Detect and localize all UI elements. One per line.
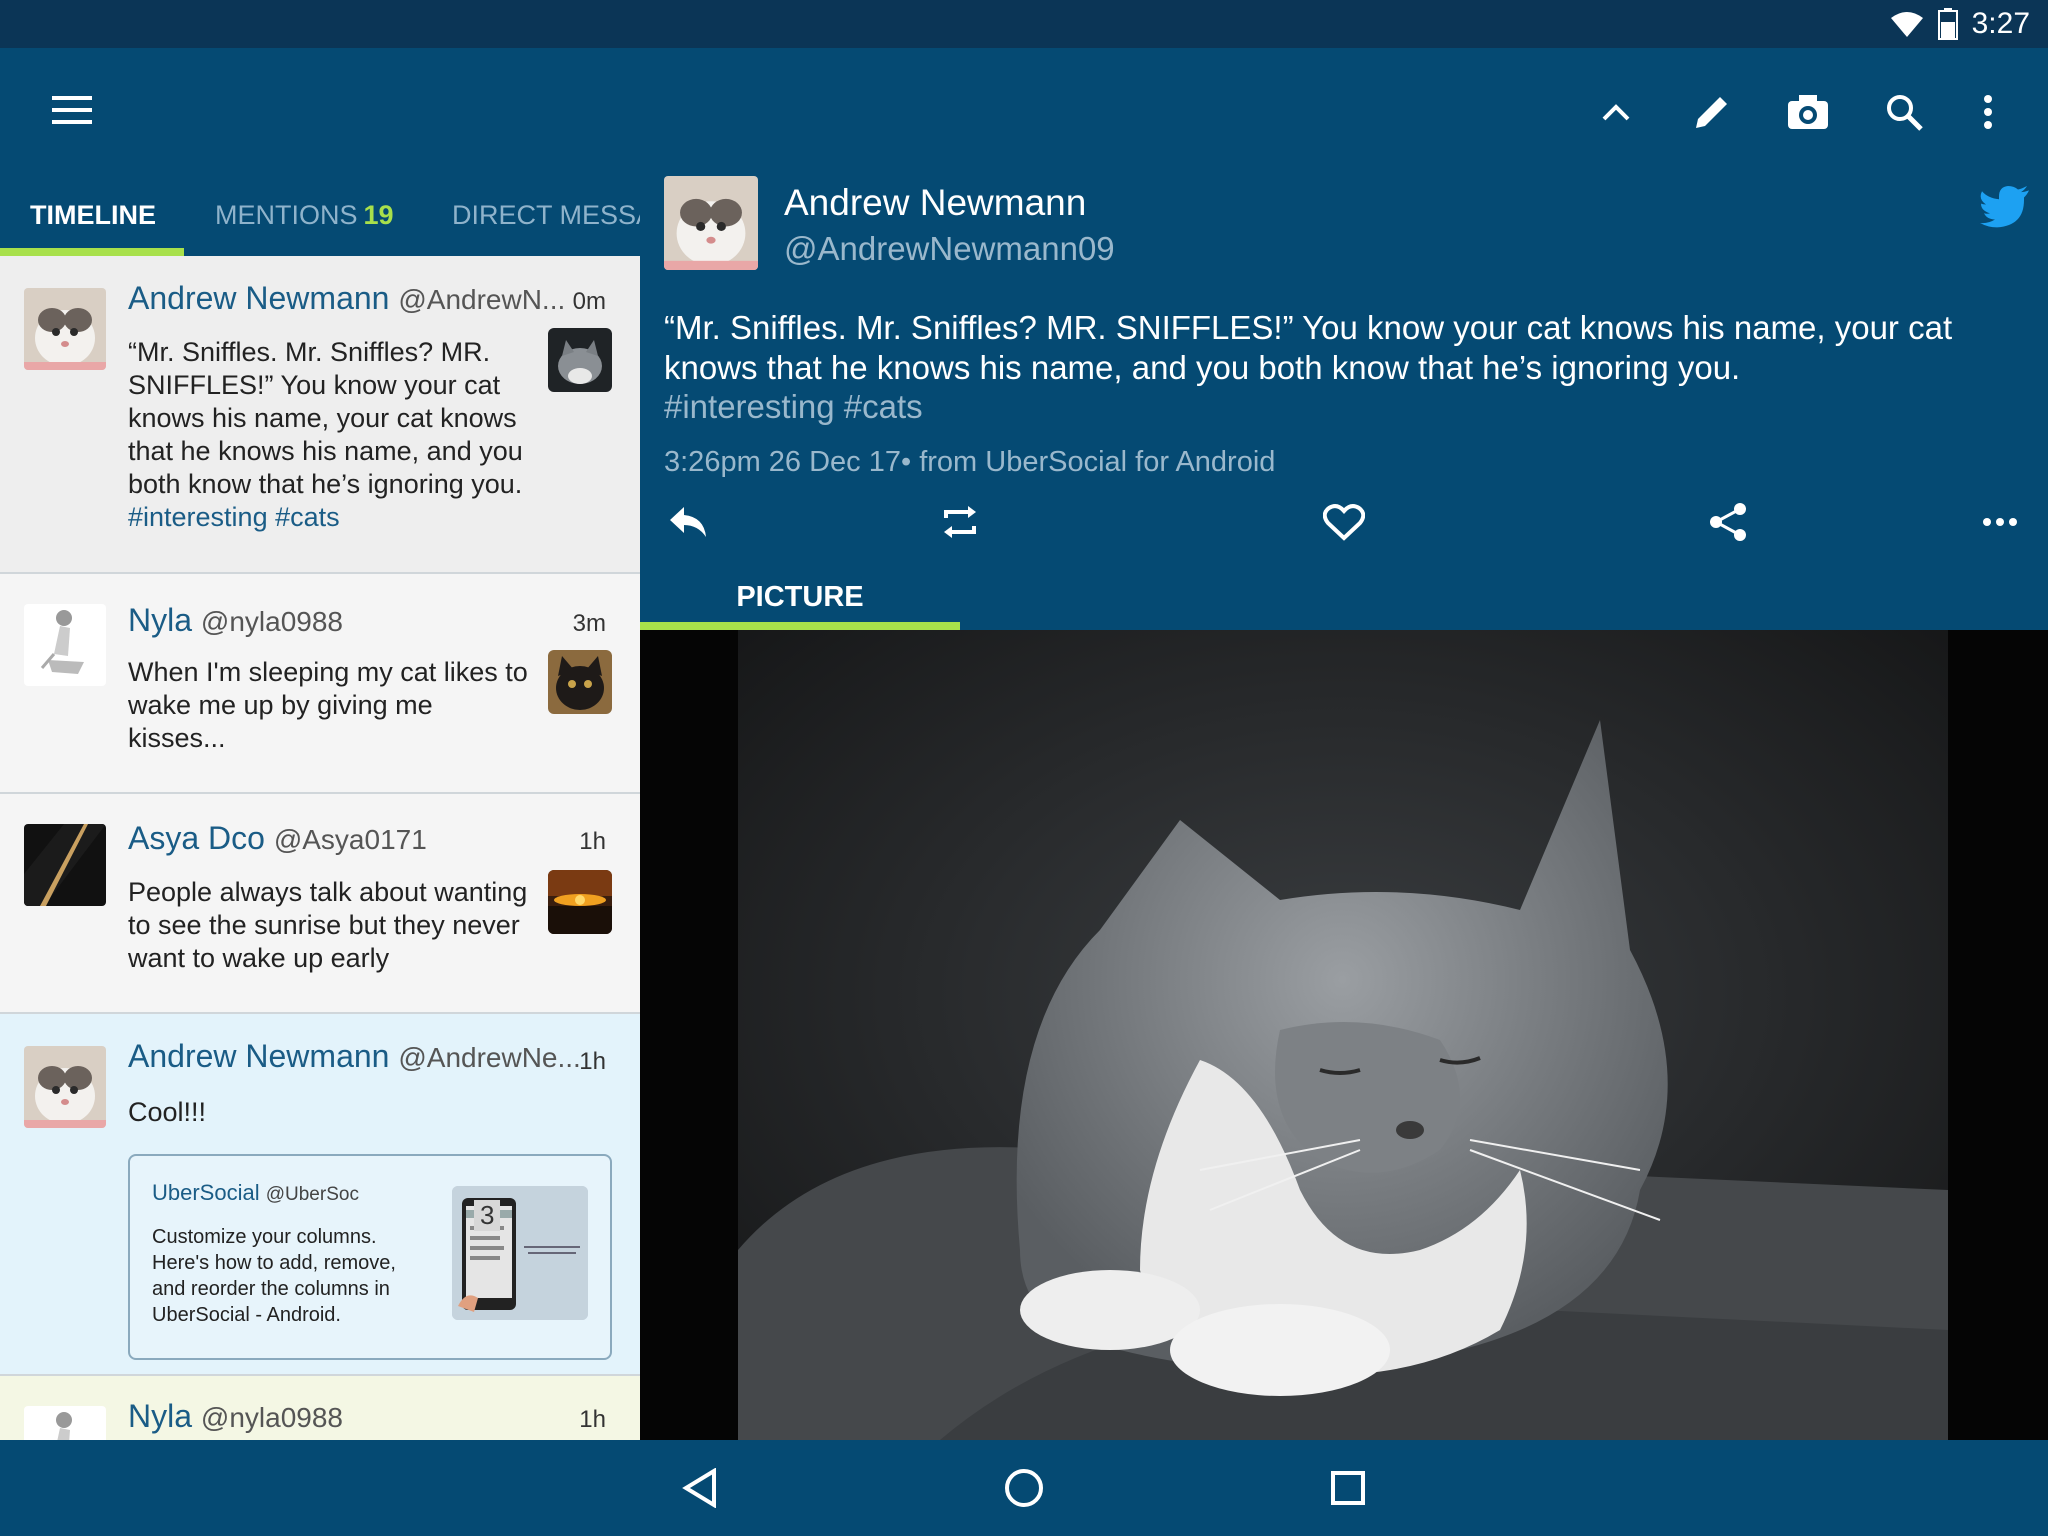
tweet-text: When I'm sleeping my cat likes to wake m… — [128, 657, 528, 753]
tweet-hashtags[interactable]: #interesting #cats — [128, 502, 340, 532]
avatar[interactable] — [24, 824, 106, 906]
more-horiz-icon[interactable] — [1970, 492, 2030, 552]
tweet-age: 0m — [572, 288, 606, 315]
battery-icon — [1937, 8, 1958, 40]
detail-tweet-text: “Mr. Sniffles. Mr. Sniffles? MR. SNIFFLE… — [664, 309, 1953, 386]
clock: 3:27 — [1971, 7, 2030, 40]
tab-direct-messages-label: DIRECT MESSA — [452, 199, 640, 230]
tweet-age: 1h — [579, 828, 606, 855]
media-thumbnail[interactable] — [548, 870, 612, 934]
author-name[interactable]: Asya Dco — [128, 820, 265, 856]
quoted-tweet[interactable]: UberSocial @UberSoc Customize your colum… — [128, 1154, 612, 1360]
chevron-up-icon[interactable] — [1584, 80, 1648, 144]
retweet-icon[interactable] — [930, 492, 990, 552]
author-handle: @Asya0171 — [273, 824, 427, 855]
tweet-age: 3m — [572, 610, 606, 637]
pencil-icon[interactable] — [1680, 80, 1744, 144]
back-icon[interactable] — [668, 1456, 732, 1520]
more-vert-icon[interactable] — [1956, 80, 2020, 144]
timeline-item[interactable]: Nyla @nyla0988 3m When I'm sleeping my c… — [0, 574, 640, 794]
tab-mentions-label: MENTIONS — [215, 199, 358, 230]
quoted-media-thumbnail[interactable]: 3 — [452, 1186, 588, 1320]
author-name[interactable]: Nyla — [128, 602, 192, 638]
mentions-count-badge: 19 — [363, 199, 394, 230]
tweet-text: Cool!!! — [128, 1097, 207, 1127]
quoted-tweet-text: Customize your columns. Here's how to ad… — [152, 1226, 396, 1326]
detail-meta: 3:26pm 26 Dec 17• from UberSocial for An… — [664, 446, 1276, 478]
status-bar: 3:27 — [0, 0, 2048, 48]
author-name[interactable]: Andrew Newmann — [128, 280, 389, 316]
author-handle: @nyla0988 — [200, 606, 343, 637]
share-icon[interactable] — [1698, 492, 1758, 552]
app-bar — [0, 48, 2048, 174]
media-thumbnail[interactable] — [548, 328, 612, 392]
detail-hashtags[interactable]: #interesting #cats — [664, 388, 923, 426]
author-handle: @AndrewN... — [398, 284, 566, 315]
author-line: Asya Dco @Asya0171 — [128, 820, 427, 857]
detail-author-handle: @AndrewNewmann09 — [784, 230, 1115, 267]
detail-author-name[interactable]: Andrew Newmann — [784, 182, 1086, 224]
tweet-age: 1h — [579, 1048, 606, 1075]
heart-icon[interactable] — [1314, 492, 1374, 552]
tweet-photo[interactable] — [640, 630, 2048, 1440]
tab-timeline[interactable]: TIMELINE — [30, 174, 156, 256]
tab-indicator — [0, 248, 184, 256]
quoted-author-line: UberSocial @UberSoc — [152, 1180, 359, 1206]
tweet-detail: Andrew Newmann @AndrewNewmann09 “Mr. Sni… — [640, 174, 2048, 630]
tab-picture[interactable]: PICTURE — [640, 564, 960, 630]
author-line: Andrew Newmann @AndrewN... — [128, 280, 565, 317]
timeline-item[interactable]: Andrew Newmann @AndrewNe... 1h Cool!!! U… — [0, 1014, 640, 1376]
search-icon[interactable] — [1872, 80, 1936, 144]
timeline-item[interactable]: Nyla @nyla0988 1h — [0, 1376, 640, 1440]
avatar[interactable] — [24, 604, 106, 686]
twitter-bird-icon — [1980, 186, 2030, 233]
wifi-icon — [1890, 12, 1923, 37]
column-tabs: TIMELINE MENTIONS 19 DIRECT MESSA — [0, 174, 640, 256]
tweet-text: People always talk about wanting to see … — [128, 877, 528, 973]
avatar[interactable] — [24, 288, 106, 370]
author-name[interactable]: Andrew Newmann — [128, 1038, 389, 1074]
timeline-item[interactable]: Andrew Newmann @AndrewN... 0m “Mr. Sniff… — [0, 256, 640, 574]
tab-picture-label: PICTURE — [736, 580, 864, 613]
author-line: Nyla @nyla0988 — [128, 602, 343, 639]
author-handle: @nyla0988 — [200, 1402, 343, 1433]
quoted-author-name: UberSocial — [152, 1180, 260, 1205]
system-nav-bar — [0, 1440, 2048, 1536]
reply-icon[interactable] — [658, 492, 718, 552]
tab-mentions[interactable]: MENTIONS 19 — [215, 174, 394, 256]
quoted-author-handle: @UberSoc — [265, 1184, 359, 1205]
tweet-body: “Mr. Sniffles. Mr. Sniffles? MR. SNIFFLE… — [128, 337, 523, 499]
timeline-item[interactable]: Asya Dco @Asya0171 1h People always talk… — [0, 794, 640, 1014]
author-name[interactable]: Nyla — [128, 1398, 192, 1434]
quoted-media-step-number: 3 — [474, 1200, 501, 1231]
tab-direct-messages[interactable]: DIRECT MESSA — [452, 174, 640, 256]
tweet-age: 1h — [579, 1406, 606, 1433]
avatar[interactable] — [24, 1046, 106, 1128]
home-icon[interactable] — [992, 1456, 1056, 1520]
author-line: Nyla @nyla0988 — [128, 1398, 343, 1435]
timeline-column: TIMELINE MENTIONS 19 DIRECT MESSA Andrew … — [0, 174, 640, 1440]
app-screen: 3:27 TIMELINE MENTIONS 19 DIRECT MESSA A… — [0, 0, 2048, 1536]
menu-icon[interactable] — [40, 78, 104, 142]
recents-icon[interactable] — [1316, 1456, 1380, 1520]
tweet-text: “Mr. Sniffles. Mr. Sniffles? MR. SNIFFLE… — [128, 336, 538, 534]
tab-timeline-label: TIMELINE — [30, 199, 156, 230]
detail-avatar[interactable] — [664, 176, 758, 270]
avatar[interactable] — [24, 1406, 106, 1440]
author-handle: @AndrewNe... — [398, 1042, 581, 1073]
media-thumbnail[interactable] — [548, 650, 612, 714]
camera-icon[interactable] — [1776, 80, 1840, 144]
picture-tab-indicator — [640, 622, 960, 630]
author-line: Andrew Newmann @AndrewNe... — [128, 1038, 581, 1075]
